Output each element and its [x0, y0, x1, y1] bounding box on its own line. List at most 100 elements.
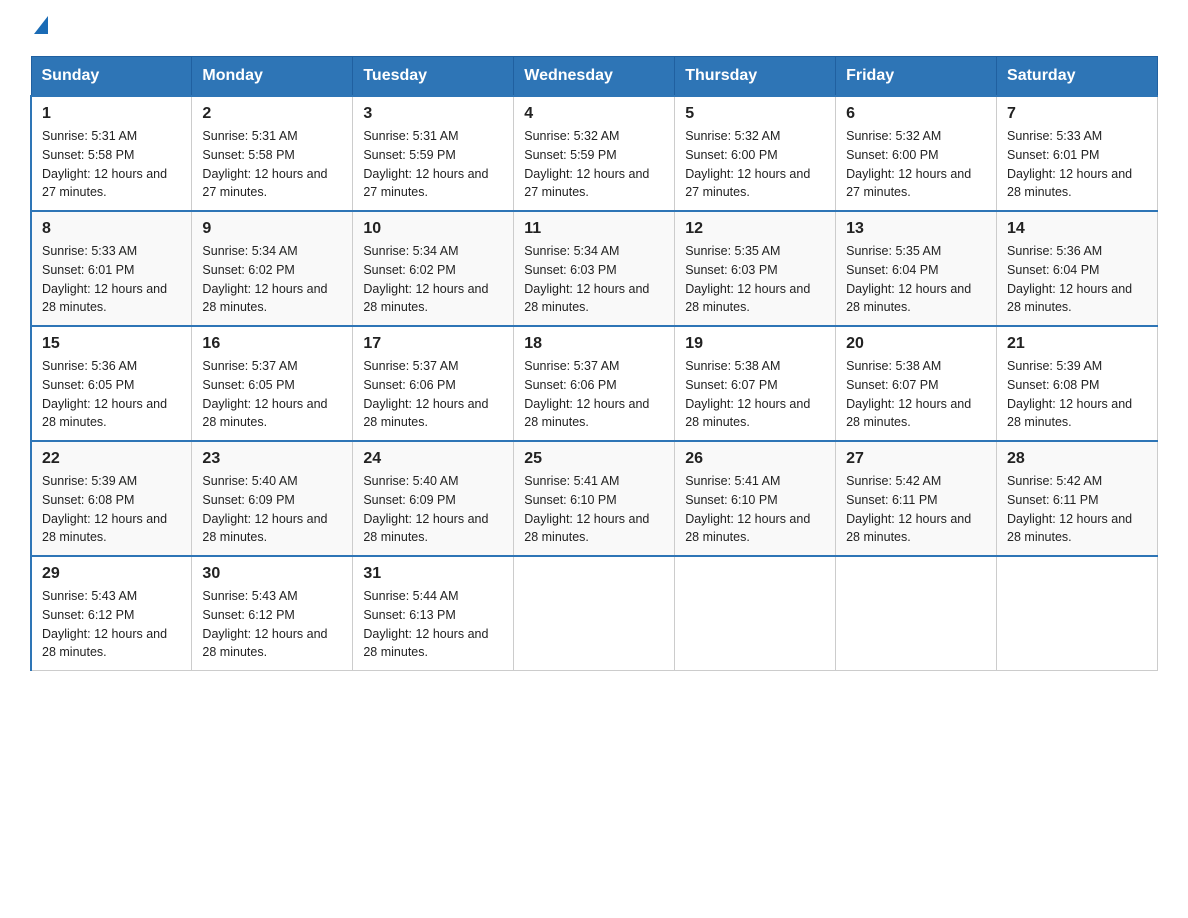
day-number: 27	[846, 450, 986, 468]
sunrise-label: Sunrise: 5:43 AM	[202, 589, 297, 603]
calendar-week-row: 15 Sunrise: 5:36 AM Sunset: 6:05 PM Dayl…	[31, 326, 1158, 441]
calendar-day-cell: 5 Sunrise: 5:32 AM Sunset: 6:00 PM Dayli…	[675, 96, 836, 211]
day-number: 19	[685, 335, 825, 353]
day-number: 10	[363, 220, 503, 238]
day-info: Sunrise: 5:35 AM Sunset: 6:03 PM Dayligh…	[685, 242, 825, 317]
calendar-day-cell: 8 Sunrise: 5:33 AM Sunset: 6:01 PM Dayli…	[31, 211, 192, 326]
day-info: Sunrise: 5:43 AM Sunset: 6:12 PM Dayligh…	[202, 587, 342, 662]
calendar-day-cell: 24 Sunrise: 5:40 AM Sunset: 6:09 PM Dayl…	[353, 441, 514, 556]
sunset-label: Sunset: 6:02 PM	[202, 263, 294, 277]
header-wednesday: Wednesday	[514, 57, 675, 97]
day-info: Sunrise: 5:37 AM Sunset: 6:05 PM Dayligh…	[202, 357, 342, 432]
sunset-label: Sunset: 6:00 PM	[685, 148, 777, 162]
calendar-day-cell: 28 Sunrise: 5:42 AM Sunset: 6:11 PM Dayl…	[997, 441, 1158, 556]
day-number: 24	[363, 450, 503, 468]
day-info: Sunrise: 5:41 AM Sunset: 6:10 PM Dayligh…	[685, 472, 825, 547]
calendar-day-cell: 17 Sunrise: 5:37 AM Sunset: 6:06 PM Dayl…	[353, 326, 514, 441]
day-info: Sunrise: 5:34 AM Sunset: 6:03 PM Dayligh…	[524, 242, 664, 317]
sunrise-label: Sunrise: 5:36 AM	[1007, 244, 1102, 258]
daylight-label: Daylight: 12 hours and 28 minutes.	[685, 512, 810, 545]
day-info: Sunrise: 5:32 AM Sunset: 5:59 PM Dayligh…	[524, 127, 664, 202]
day-info: Sunrise: 5:43 AM Sunset: 6:12 PM Dayligh…	[42, 587, 181, 662]
sunset-label: Sunset: 6:08 PM	[1007, 378, 1099, 392]
daylight-label: Daylight: 12 hours and 28 minutes.	[42, 627, 167, 660]
sunset-label: Sunset: 6:03 PM	[524, 263, 616, 277]
sunset-label: Sunset: 6:03 PM	[685, 263, 777, 277]
calendar-day-cell: 14 Sunrise: 5:36 AM Sunset: 6:04 PM Dayl…	[997, 211, 1158, 326]
day-number: 22	[42, 450, 181, 468]
day-info: Sunrise: 5:42 AM Sunset: 6:11 PM Dayligh…	[1007, 472, 1147, 547]
daylight-label: Daylight: 12 hours and 27 minutes.	[685, 167, 810, 200]
daylight-label: Daylight: 12 hours and 28 minutes.	[42, 397, 167, 430]
sunrise-label: Sunrise: 5:37 AM	[363, 359, 458, 373]
day-number: 26	[685, 450, 825, 468]
daylight-label: Daylight: 12 hours and 28 minutes.	[685, 282, 810, 315]
sunrise-label: Sunrise: 5:32 AM	[846, 129, 941, 143]
daylight-label: Daylight: 12 hours and 28 minutes.	[524, 282, 649, 315]
sunrise-label: Sunrise: 5:33 AM	[42, 244, 137, 258]
sunset-label: Sunset: 6:02 PM	[363, 263, 455, 277]
day-info: Sunrise: 5:31 AM Sunset: 5:59 PM Dayligh…	[363, 127, 503, 202]
daylight-label: Daylight: 12 hours and 28 minutes.	[363, 282, 488, 315]
sunset-label: Sunset: 6:11 PM	[846, 493, 938, 507]
day-number: 1	[42, 105, 181, 123]
day-info: Sunrise: 5:39 AM Sunset: 6:08 PM Dayligh…	[42, 472, 181, 547]
day-number: 29	[42, 565, 181, 583]
calendar-week-row: 22 Sunrise: 5:39 AM Sunset: 6:08 PM Dayl…	[31, 441, 1158, 556]
daylight-label: Daylight: 12 hours and 28 minutes.	[1007, 512, 1132, 545]
logo-triangle-icon	[34, 16, 48, 34]
daylight-label: Daylight: 12 hours and 28 minutes.	[685, 397, 810, 430]
logo	[30, 20, 48, 38]
day-info: Sunrise: 5:35 AM Sunset: 6:04 PM Dayligh…	[846, 242, 986, 317]
daylight-label: Daylight: 12 hours and 28 minutes.	[42, 282, 167, 315]
sunrise-label: Sunrise: 5:38 AM	[846, 359, 941, 373]
calendar-day-cell: 19 Sunrise: 5:38 AM Sunset: 6:07 PM Dayl…	[675, 326, 836, 441]
sunrise-label: Sunrise: 5:44 AM	[363, 589, 458, 603]
day-info: Sunrise: 5:33 AM Sunset: 6:01 PM Dayligh…	[1007, 127, 1147, 202]
sunset-label: Sunset: 6:11 PM	[1007, 493, 1099, 507]
calendar-day-cell: 16 Sunrise: 5:37 AM Sunset: 6:05 PM Dayl…	[192, 326, 353, 441]
day-number: 13	[846, 220, 986, 238]
day-info: Sunrise: 5:36 AM Sunset: 6:05 PM Dayligh…	[42, 357, 181, 432]
day-number: 18	[524, 335, 664, 353]
calendar-day-cell: 22 Sunrise: 5:39 AM Sunset: 6:08 PM Dayl…	[31, 441, 192, 556]
sunset-label: Sunset: 6:01 PM	[1007, 148, 1099, 162]
calendar-day-cell: 13 Sunrise: 5:35 AM Sunset: 6:04 PM Dayl…	[836, 211, 997, 326]
sunrise-label: Sunrise: 5:42 AM	[1007, 474, 1102, 488]
day-info: Sunrise: 5:37 AM Sunset: 6:06 PM Dayligh…	[524, 357, 664, 432]
daylight-label: Daylight: 12 hours and 28 minutes.	[1007, 282, 1132, 315]
daylight-label: Daylight: 12 hours and 28 minutes.	[202, 627, 327, 660]
day-info: Sunrise: 5:38 AM Sunset: 6:07 PM Dayligh…	[846, 357, 986, 432]
calendar-day-cell: 6 Sunrise: 5:32 AM Sunset: 6:00 PM Dayli…	[836, 96, 997, 211]
sunset-label: Sunset: 6:10 PM	[685, 493, 777, 507]
daylight-label: Daylight: 12 hours and 28 minutes.	[1007, 397, 1132, 430]
sunset-label: Sunset: 6:07 PM	[846, 378, 938, 392]
day-number: 8	[42, 220, 181, 238]
day-number: 6	[846, 105, 986, 123]
day-info: Sunrise: 5:41 AM Sunset: 6:10 PM Dayligh…	[524, 472, 664, 547]
sunset-label: Sunset: 6:08 PM	[42, 493, 134, 507]
calendar-day-cell: 10 Sunrise: 5:34 AM Sunset: 6:02 PM Dayl…	[353, 211, 514, 326]
day-info: Sunrise: 5:42 AM Sunset: 6:11 PM Dayligh…	[846, 472, 986, 547]
sunrise-label: Sunrise: 5:31 AM	[42, 129, 137, 143]
sunrise-label: Sunrise: 5:35 AM	[846, 244, 941, 258]
sunrise-label: Sunrise: 5:31 AM	[363, 129, 458, 143]
day-number: 2	[202, 105, 342, 123]
day-number: 31	[363, 565, 503, 583]
day-info: Sunrise: 5:36 AM Sunset: 6:04 PM Dayligh…	[1007, 242, 1147, 317]
day-number: 17	[363, 335, 503, 353]
calendar-day-cell: 23 Sunrise: 5:40 AM Sunset: 6:09 PM Dayl…	[192, 441, 353, 556]
day-info: Sunrise: 5:33 AM Sunset: 6:01 PM Dayligh…	[42, 242, 181, 317]
header-thursday: Thursday	[675, 57, 836, 97]
calendar-day-cell: 30 Sunrise: 5:43 AM Sunset: 6:12 PM Dayl…	[192, 556, 353, 671]
sunset-label: Sunset: 6:09 PM	[202, 493, 294, 507]
daylight-label: Daylight: 12 hours and 28 minutes.	[363, 512, 488, 545]
day-info: Sunrise: 5:44 AM Sunset: 6:13 PM Dayligh…	[363, 587, 503, 662]
calendar-day-cell: 15 Sunrise: 5:36 AM Sunset: 6:05 PM Dayl…	[31, 326, 192, 441]
day-number: 21	[1007, 335, 1147, 353]
header-friday: Friday	[836, 57, 997, 97]
daylight-label: Daylight: 12 hours and 28 minutes.	[363, 397, 488, 430]
calendar-day-cell: 9 Sunrise: 5:34 AM Sunset: 6:02 PM Dayli…	[192, 211, 353, 326]
sunrise-label: Sunrise: 5:37 AM	[202, 359, 297, 373]
sunrise-label: Sunrise: 5:39 AM	[42, 474, 137, 488]
